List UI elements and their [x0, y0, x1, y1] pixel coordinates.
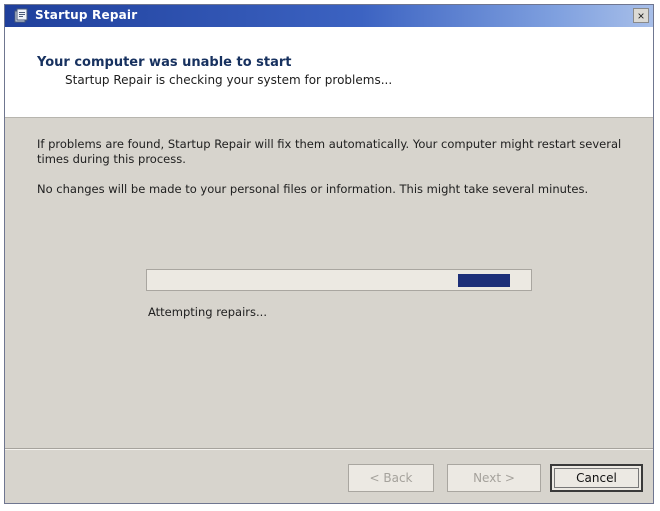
window-title: Startup Repair [35, 8, 138, 22]
info-paragraph-1: If problems are found, Startup Repair wi… [37, 137, 622, 166]
progress-marquee-block [458, 274, 510, 287]
back-button[interactable]: < Back [348, 464, 434, 492]
next-button[interactable]: Next > [447, 464, 541, 492]
close-icon: × [637, 8, 645, 23]
status-text: Attempting repairs... [148, 305, 267, 319]
startup-repair-window: Startup Repair × Your computer was unabl… [4, 4, 654, 504]
cancel-button[interactable]: Cancel [550, 464, 643, 492]
page-subtitle: Startup Repair is checking your system f… [65, 73, 393, 87]
footer-divider [5, 448, 653, 450]
close-button[interactable]: × [633, 8, 649, 23]
app-icon [14, 8, 28, 23]
progress-bar [146, 269, 532, 291]
header-panel: Your computer was unable to start Startu… [5, 27, 653, 118]
info-paragraph-2: No changes will be made to your personal… [37, 182, 589, 196]
page-title: Your computer was unable to start [37, 55, 292, 70]
title-bar[interactable]: Startup Repair × [5, 5, 653, 27]
